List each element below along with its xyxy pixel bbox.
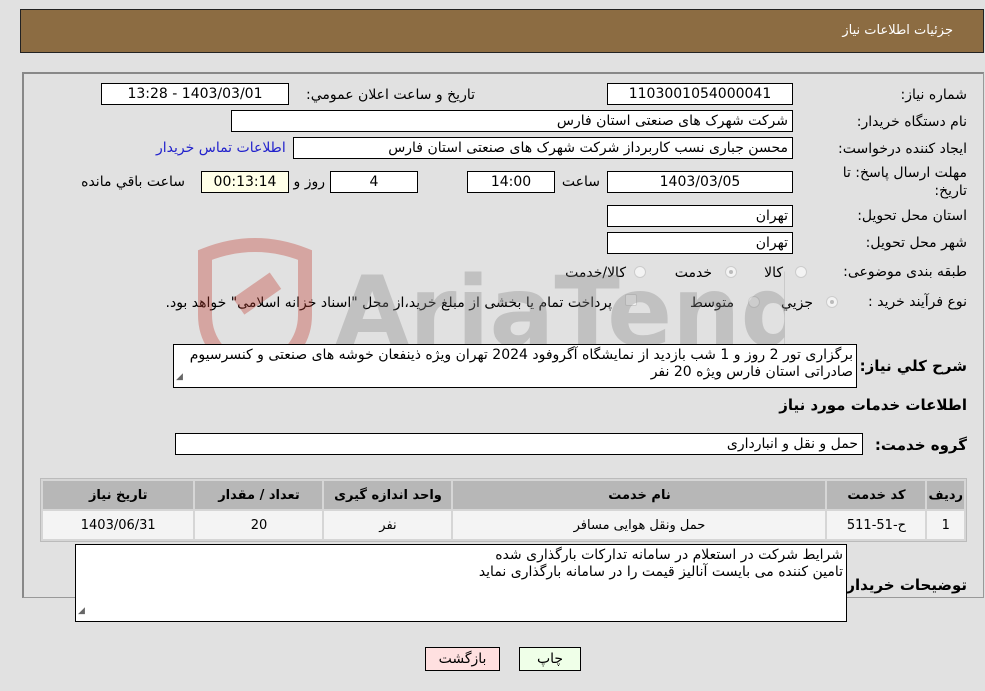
- buyer-org-label: نام دستگاه خریدار:: [856, 114, 967, 130]
- buyer-org-field[interactable]: شرکت شهرک های صنعتی استان فارس: [231, 110, 793, 132]
- service-group-label: گروه خدمت:: [874, 436, 967, 454]
- back-button[interactable]: بازگشت: [425, 647, 500, 671]
- buyer-notes-label: توضیحات خریدار:: [840, 576, 967, 594]
- province-label: استان محل تحویل:: [857, 208, 967, 224]
- buyer-notes-line-2: تامین کننده می بایست آنالیز قیمت را در س…: [478, 564, 843, 580]
- deadline-label-2: تاریخ:: [934, 183, 967, 199]
- description-textarea[interactable]: برگزاری تور 2 روز و 1 شب بازدید از نمایش…: [173, 344, 857, 388]
- col-service-name: نام خدمت: [453, 481, 826, 509]
- resize-handle-icon[interactable]: ◢: [78, 603, 85, 620]
- city-field[interactable]: تهران: [607, 232, 793, 254]
- process-option-medium: متوسط: [690, 295, 734, 311]
- table-row: 1 ح-51-511 حمل ونقل هوایی مسافر نفر 20 1…: [43, 511, 964, 539]
- col-service-code: کد خدمت: [827, 481, 926, 509]
- deadline-time-field[interactable]: 14:00: [467, 171, 555, 193]
- process-label: نوع فرآیند خرید :: [868, 294, 967, 310]
- service-group-field[interactable]: حمل و نقل و انبارداری: [175, 433, 863, 455]
- description-text: برگزاری تور 2 روز و 1 شب بازدید از نمایش…: [189, 347, 853, 380]
- page-title: جزئیات اطلاعات نیاز: [842, 23, 953, 38]
- process-radio-medium[interactable]: [748, 296, 760, 308]
- days-label: روز و: [293, 174, 326, 190]
- services-heading: اطلاعات خدمات مورد نیاز: [779, 396, 967, 414]
- remaining-label: ساعت باقي مانده: [81, 174, 185, 190]
- col-quantity: تعداد / مقدار: [195, 481, 323, 509]
- creator-field[interactable]: محسن جباری نسب کاربرداز شرکت شهرک های صن…: [293, 137, 793, 159]
- treasury-checkbox[interactable]: [625, 294, 637, 306]
- cell-need-date: 1403/06/31: [43, 511, 194, 539]
- province-field[interactable]: تهران: [607, 205, 793, 227]
- process-option-minor: جزیي: [781, 295, 813, 311]
- description-label: شرح کلي نیاز:: [859, 357, 967, 375]
- process-radio-minor[interactable]: [826, 296, 838, 308]
- time-label: ساعت: [561, 174, 600, 190]
- deadline-label: مهلت ارسال پاسخ: تا: [842, 165, 967, 181]
- services-table: ردیف کد خدمت نام خدمت واحد اندازه گیری ت…: [40, 478, 967, 542]
- category-radio-goods-service[interactable]: [634, 266, 646, 278]
- buyer-contact-link[interactable]: اطلاعات تماس خریدار: [156, 140, 286, 156]
- remaining-time-field[interactable]: 00:13:14: [201, 171, 289, 193]
- category-option-service: خدمت: [674, 265, 712, 281]
- category-radio-service[interactable]: [725, 266, 737, 278]
- resize-handle-icon[interactable]: ◢: [176, 369, 183, 386]
- need-number-field[interactable]: 1103001054000041: [607, 83, 793, 105]
- announce-label: تاریخ و ساعت اعلان عمومي:: [306, 87, 475, 103]
- buyer-notes-line-1: شرایط شرکت در استعلام در سامانه تداركات …: [495, 547, 843, 563]
- cell-quantity: 20: [195, 511, 323, 539]
- category-option-goods: کالا: [764, 265, 783, 281]
- creator-label: ایجاد کننده درخواست:: [838, 141, 967, 157]
- print-button[interactable]: چاپ: [519, 647, 581, 671]
- city-label: شهر محل تحویل:: [865, 235, 967, 251]
- cell-row-number: 1: [927, 511, 964, 539]
- col-need-date: تاریخ نیاز: [43, 481, 194, 509]
- cell-service-name: حمل ونقل هوایی مسافر: [453, 511, 826, 539]
- buyer-notes-textarea[interactable]: شرایط شرکت در استعلام در سامانه تداركات …: [75, 544, 847, 622]
- category-label: طبقه بندی موضوعی:: [843, 264, 967, 280]
- deadline-date-field[interactable]: 1403/03/05: [607, 171, 793, 193]
- category-radio-goods[interactable]: [795, 266, 807, 278]
- category-option-goods-service: کالا/خدمت: [565, 265, 626, 281]
- table-header-row: ردیف کد خدمت نام خدمت واحد اندازه گیری ت…: [43, 481, 964, 509]
- cell-service-code: ح-51-511: [827, 511, 926, 539]
- page-header: جزئیات اطلاعات نیاز: [20, 9, 984, 53]
- col-unit: واحد اندازه گیری: [324, 481, 452, 509]
- col-row-number: ردیف: [927, 481, 964, 509]
- cell-unit: نفر: [324, 511, 452, 539]
- need-number-label: شماره نیاز:: [900, 87, 968, 103]
- announce-datetime-field[interactable]: 1403/03/01 - 13:28: [101, 83, 289, 105]
- treasury-note: پرداخت تمام یا بخشی از مبلغ خرید،از محل …: [165, 295, 612, 311]
- days-remaining-field[interactable]: 4: [330, 171, 418, 193]
